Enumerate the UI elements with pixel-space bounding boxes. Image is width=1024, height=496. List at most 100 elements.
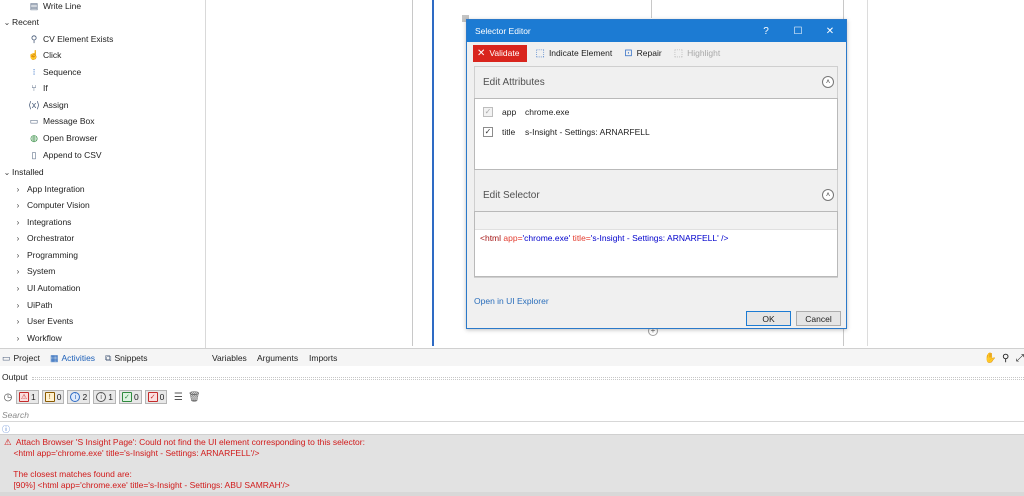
attribute-row-app[interactable]: ✓ app chrome.exe	[483, 105, 569, 119]
info-icon: i	[70, 392, 81, 402]
search-icon[interactable]: ⚲	[1002, 351, 1009, 365]
activity-open-browser[interactable]: ◍ Open Browser	[28, 130, 97, 146]
activity-click[interactable]: ☝ Click	[28, 47, 61, 63]
installed-category[interactable]: ⌄ Installed	[2, 164, 44, 180]
category-orchestrator[interactable]: › Orchestrator	[13, 230, 75, 246]
activity-if[interactable]: ⑂ If	[28, 80, 48, 96]
category-label: App Integration	[27, 184, 85, 194]
filter-success[interactable]: ✓ 0	[118, 390, 142, 404]
horizontal-scrollbar[interactable]	[0, 492, 1024, 496]
list-options-icon[interactable]: ☰	[170, 392, 186, 403]
dialog-toolbar: ✕ Validate ⬚ Indicate Element ⊡ Repair ⬚…	[467, 42, 846, 64]
tab-activities[interactable]: ▦ Activities	[50, 351, 95, 365]
highlight-button[interactable]: ⬚ Highlight	[670, 45, 725, 62]
maximize-icon[interactable]: ☐	[782, 20, 814, 42]
activity-label: If	[43, 83, 48, 93]
attribute-row-title[interactable]: ✓ title s-Insight - Settings: ARNARFELL	[483, 125, 650, 139]
sequence-icon: ⁝	[32, 66, 36, 77]
close-icon[interactable]: ✕	[814, 20, 846, 42]
category-uipath[interactable]: › UiPath	[13, 297, 53, 313]
chevron-right-icon: ›	[16, 266, 20, 276]
activity-label: Sequence	[43, 67, 82, 77]
collapse-icon[interactable]: ˄	[822, 189, 834, 201]
indicate-label: Indicate Element	[548, 48, 613, 58]
selector-value: 'chrome.exe'	[522, 233, 571, 243]
chevron-right-icon: ›	[16, 316, 20, 326]
validate-label: Validate	[489, 48, 520, 58]
recent-category[interactable]: ⌄ Recent	[2, 14, 39, 30]
folder-icon: ▭	[2, 352, 11, 363]
error-message[interactable]: ⚠ Attach Browser 'S Insight Page': Could…	[0, 434, 1024, 492]
filter-count: 0	[133, 392, 139, 402]
selector-textbox[interactable]: <html app='chrome.exe' title='s-Insight …	[474, 211, 838, 277]
open-in-ui-explorer-link[interactable]: Open in UI Explorer	[474, 296, 549, 306]
category-label: Workflow	[27, 333, 62, 343]
activity-label: Append to CSV	[43, 150, 102, 160]
attributes-list: ✓ app chrome.exe ✓ title s-Insight - Set…	[474, 98, 838, 170]
tab-arguments[interactable]: Arguments	[257, 351, 298, 365]
clock-icon[interactable]: ◷	[0, 392, 16, 403]
activity-assign[interactable]: ⟨x⟩ Assign	[28, 97, 68, 113]
error-line: The closest matches found are:	[4, 469, 132, 479]
category-label: Installed	[12, 167, 44, 177]
output-filter-bar: ◷ ⚠ 1 ! 0 i 2 i 1 ✓ 0 ✓ 0 ☰ 🗑	[0, 388, 202, 406]
selector-editor-dialog: Selector Editor ? ☐ ✕ ✕ Validate ⬚ Indic…	[466, 19, 847, 329]
tab-snippets[interactable]: ⧉ Snippets	[105, 351, 148, 365]
trash-icon[interactable]: 🗑	[186, 392, 202, 403]
attribute-value: chrome.exe	[525, 107, 570, 117]
indicate-element-button[interactable]: ⬚ Indicate Element	[531, 45, 616, 62]
activity-message-box[interactable]: ▭ Message Box	[28, 113, 95, 129]
hand-tool-icon[interactable]: ✋	[984, 351, 996, 365]
activity-write-line[interactable]: ▤ Write Line	[28, 0, 81, 14]
tab-label: Activities	[61, 353, 96, 363]
chevron-right-icon: ›	[16, 200, 20, 210]
csv-file-icon: ▯	[31, 149, 37, 160]
checkbox-checked[interactable]: ✓	[483, 107, 493, 117]
tab-imports[interactable]: Imports	[309, 351, 337, 365]
expand-icon[interactable]: ⤢	[1016, 351, 1024, 365]
help-button[interactable]: ?	[750, 20, 782, 42]
activity-sequence[interactable]: ⁝ Sequence	[28, 64, 82, 80]
category-label: UiPath	[27, 300, 53, 310]
activity-cv-element-exists[interactable]: ⚲ CV Element Exists	[28, 31, 114, 47]
cancel-button[interactable]: Cancel	[796, 311, 841, 326]
check-icon: ✓	[121, 392, 132, 402]
filter-info[interactable]: i 2	[67, 390, 91, 404]
activity-append-to-csv[interactable]: ▯ Append to CSV	[28, 147, 102, 163]
chevron-right-icon: ›	[16, 283, 20, 293]
filter-trace[interactable]: i 1	[93, 390, 116, 404]
message-box-icon: ▭	[29, 115, 39, 126]
chevron-right-icon: ›	[16, 233, 20, 243]
category-label: Programming	[27, 250, 79, 260]
selector-text: <html app='chrome.exe' title='s-Insight …	[480, 233, 728, 243]
warning-icon: !	[44, 392, 55, 402]
edit-attributes-header: Edit Attributes ˄	[475, 72, 838, 92]
filter-failed[interactable]: ✓ 0	[144, 390, 168, 404]
filter-warnings[interactable]: ! 0	[41, 390, 65, 404]
category-programming[interactable]: › Programming	[13, 247, 78, 263]
dialog-title: Selector Editor	[475, 26, 531, 36]
selector-value: 's-Insight - Settings: ARNARFELL'	[590, 233, 719, 243]
activity-label: CV Element Exists	[43, 34, 114, 44]
category-integrations[interactable]: › Integrations	[13, 214, 72, 230]
category-workflow[interactable]: › Workflow	[13, 330, 62, 346]
filter-errors[interactable]: ⚠ 1	[16, 390, 39, 404]
dialog-titlebar[interactable]: Selector Editor ? ☐ ✕	[467, 20, 846, 42]
category-label: System	[27, 266, 56, 276]
category-app-integration[interactable]: › App Integration	[13, 181, 85, 197]
category-computer-vision[interactable]: › Computer Vision	[13, 197, 90, 213]
filter-count: 0	[159, 392, 165, 402]
repair-button[interactable]: ⊡ Repair	[620, 45, 665, 62]
category-ui-automation[interactable]: › UI Automation	[13, 280, 81, 296]
category-label: UI Automation	[27, 283, 81, 293]
tab-variables[interactable]: Variables	[212, 351, 247, 365]
category-system[interactable]: › System	[13, 263, 56, 279]
collapse-icon[interactable]: ˄	[822, 76, 834, 88]
chevron-right-icon: ›	[16, 184, 20, 194]
ok-button[interactable]: OK	[746, 311, 791, 326]
output-search-input[interactable]: Search	[0, 408, 1024, 422]
checkbox-checked[interactable]: ✓	[483, 127, 493, 137]
validate-button[interactable]: ✕ Validate	[473, 44, 528, 62]
tab-project[interactable]: ▭ Project	[2, 351, 40, 365]
category-user-events[interactable]: › User Events	[13, 313, 74, 329]
